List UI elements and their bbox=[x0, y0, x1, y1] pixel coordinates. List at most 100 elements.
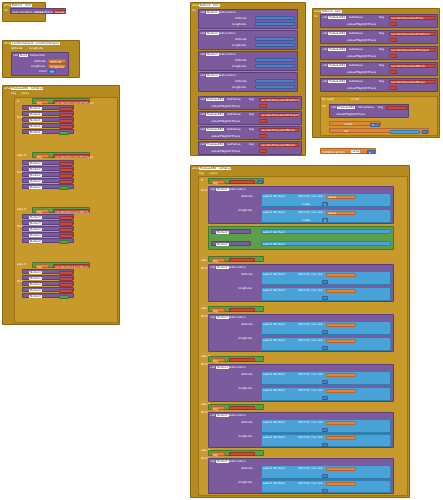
marker-component[interactable]: Marker3 bbox=[29, 215, 42, 219]
default-text-block[interactable] bbox=[389, 38, 397, 42]
lng-number[interactable] bbox=[255, 85, 295, 89]
list-block[interactable] bbox=[390, 129, 420, 134]
marker-component[interactable]: Marker2 bbox=[29, 173, 42, 177]
default-text-block[interactable] bbox=[259, 134, 267, 138]
marker-component[interactable]: Marker1 bbox=[216, 187, 229, 191]
default-text-block[interactable] bbox=[389, 70, 397, 74]
get-value-block[interactable] bbox=[326, 435, 356, 440]
get-value-block[interactable] bbox=[326, 372, 356, 377]
set-marker-lat[interactable]: Marker1 bbox=[22, 105, 74, 111]
marker-component[interactable]: Marker2 bbox=[29, 179, 42, 183]
call-marker4-setlocation[interactable]: call Marker4 SetLocation latitude longit… bbox=[198, 72, 298, 92]
get-tag-block[interactable]: tag bbox=[35, 209, 49, 213]
event-button1-click[interactable]: when Button1 . Click do open another scr… bbox=[2, 2, 67, 22]
value-block[interactable] bbox=[59, 215, 73, 220]
marker-component[interactable]: Marker3 bbox=[29, 221, 42, 225]
tag-text-block[interactable]: ssvdsbdtarpedsrtPlatform bbox=[259, 97, 300, 102]
select-list-item[interactable]: select list item list from csv row bbox=[261, 371, 391, 385]
marker-component[interactable]: Marker3 bbox=[206, 52, 219, 56]
get-tag-block[interactable]: tag bbox=[35, 154, 49, 158]
marker-component[interactable]: Marker1 bbox=[29, 130, 42, 134]
blocks-workspace[interactable]: { "labels": { "when": "when", "do": "do"… bbox=[0, 0, 443, 500]
call-firebase-getvalue-5[interactable]: call FirebaseDB1 GetValue tag valueIfTag… bbox=[320, 14, 438, 28]
select-list-item[interactable]: select list item list from csv row bbox=[261, 419, 391, 433]
marker-component[interactable]: Marker3 bbox=[29, 239, 42, 243]
set-marker-lng[interactable]: Marker2 bbox=[22, 166, 74, 172]
bool-block[interactable] bbox=[59, 130, 69, 135]
value-block[interactable] bbox=[59, 173, 73, 178]
default-text-block[interactable] bbox=[389, 22, 397, 26]
firebase-component[interactable]: FirebaseDB1 bbox=[206, 97, 225, 101]
set-global-block[interactable]: name 1 bbox=[329, 121, 381, 127]
index-number[interactable] bbox=[322, 474, 328, 478]
select-list-item[interactable]: select list item list from csv row bbox=[261, 465, 391, 479]
firebase-component[interactable]: FirebaseDB1 bbox=[206, 112, 225, 116]
default-text-block[interactable] bbox=[259, 119, 267, 123]
select-list-item[interactable]: select list item list from csv row bbox=[261, 387, 391, 401]
call-setlocation[interactable]: call Marker3 SetLocation latitude longit… bbox=[208, 314, 394, 352]
set-marker-lng[interactable]: Marker4 bbox=[22, 275, 74, 281]
compare-block[interactable]: tag ssvdsbdtarpedsrtPlatform bbox=[32, 98, 94, 104]
select-list-item[interactable]: select list item bbox=[261, 241, 391, 246]
index-number[interactable] bbox=[322, 346, 328, 350]
get-value-block[interactable] bbox=[326, 272, 356, 277]
tag-text-block[interactable]: ssvdsbdtarpedsrtRoad bbox=[259, 142, 299, 147]
default-text-block[interactable] bbox=[389, 86, 397, 90]
firebase-component[interactable]: FirebaseDB1 bbox=[328, 47, 347, 51]
marker-component[interactable]: Marker4 bbox=[29, 294, 42, 298]
tag-text-block[interactable]: ssvdsbdtarpedsrtTree bbox=[389, 15, 435, 20]
tag-text-block[interactable] bbox=[386, 105, 408, 110]
value-block[interactable] bbox=[59, 221, 73, 226]
set-marker-prop[interactable]: Marker2 bbox=[211, 229, 251, 234]
index-number[interactable]: 1 bbox=[322, 202, 328, 206]
event-name[interactable]: Button1 . Click bbox=[11, 3, 32, 7]
default-text-block[interactable] bbox=[259, 104, 267, 108]
value-block[interactable] bbox=[59, 282, 73, 287]
init-value[interactable]: 0 bbox=[367, 150, 375, 154]
tag-text-block[interactable] bbox=[229, 308, 255, 312]
firebase-component[interactable]: FirebaseDB1 bbox=[328, 15, 347, 19]
marker-component[interactable]: Marker5 bbox=[216, 413, 229, 417]
call-firebase-getvalue-4[interactable]: call FirebaseDB1 GetValue tag valueIfTag… bbox=[198, 141, 302, 155]
marker-component[interactable]: Marker2 bbox=[29, 167, 42, 171]
event-name[interactable]: FirebaseDB2 . GotValue bbox=[199, 166, 232, 170]
tag-text-block[interactable] bbox=[229, 406, 255, 410]
select-list-item[interactable]: select list item bbox=[261, 229, 391, 234]
number-block[interactable] bbox=[422, 129, 428, 134]
select-list-item[interactable]: select list item list from csv row bbox=[261, 337, 391, 351]
tag-text-block[interactable]: ssvdsbdtarpedsrtRoad bbox=[389, 79, 435, 84]
tag-text-block[interactable]: ssvdsbdtarpedsrtHotspot bbox=[259, 112, 299, 117]
get-value-block[interactable]: value bbox=[326, 194, 356, 199]
lng-number[interactable] bbox=[255, 43, 295, 47]
get-value-block[interactable] bbox=[326, 420, 356, 425]
set-global-block[interactable]: list bbox=[329, 128, 429, 134]
event-name[interactable]: LocationSensor1 . LocationChanged bbox=[11, 41, 60, 45]
firebase-component[interactable]: FirebaseDB1 bbox=[328, 63, 347, 67]
call-firebase-getvalue-9[interactable]: call FirebaseDB1 GetValue tag valueIfTag… bbox=[320, 78, 438, 92]
tag-text-block[interactable]: ssvdsbdtarpedsrtPlatform bbox=[53, 100, 94, 104]
for-each-loop[interactable]: for each in list do call FirebaseDB1 Sto… bbox=[320, 96, 438, 136]
value-block[interactable] bbox=[59, 161, 73, 166]
value-block[interactable] bbox=[59, 167, 73, 172]
call-marker1-setlocation[interactable]: call Marker1 SetLocation latitude longit… bbox=[198, 9, 298, 29]
get-tag-block[interactable]: tag bbox=[211, 258, 225, 262]
compare-block[interactable]: tag bbox=[208, 178, 264, 184]
marker-component[interactable]: Marker4 bbox=[29, 288, 42, 292]
call-setlocation[interactable]: call Marker1 SetLocation latitude longit… bbox=[208, 186, 394, 224]
lng-number[interactable] bbox=[255, 64, 295, 68]
get-tag-block[interactable]: tag bbox=[211, 358, 225, 362]
select-list-item[interactable]: select list item list from csv row bbox=[261, 287, 391, 301]
index-number[interactable] bbox=[322, 489, 328, 493]
firebase-component[interactable]: FirebaseDB1 bbox=[206, 142, 225, 146]
tag-text-block[interactable]: ssvdsbdtarpedsrtRoad bbox=[53, 264, 89, 268]
call-setlocation[interactable]: call Marker2 SetLocation latitude longit… bbox=[208, 264, 394, 302]
call-marker2-setlocation[interactable]: call Marker2 SetLocation latitude longit… bbox=[198, 30, 298, 50]
marker-component[interactable]: Marker4 bbox=[29, 276, 42, 280]
select-list-item[interactable]: select list item list from csv row bbox=[261, 321, 391, 335]
event-name[interactable]: Button2 . Click bbox=[199, 3, 220, 7]
compare-block[interactable]: tag bbox=[208, 404, 264, 410]
firebase-component[interactable]: FirebaseDB1 bbox=[328, 31, 347, 35]
select-list-item[interactable]: select list item list from csv row bbox=[261, 480, 391, 493]
map-component[interactable]: Map1 bbox=[19, 53, 29, 57]
number-block[interactable] bbox=[257, 180, 263, 184]
